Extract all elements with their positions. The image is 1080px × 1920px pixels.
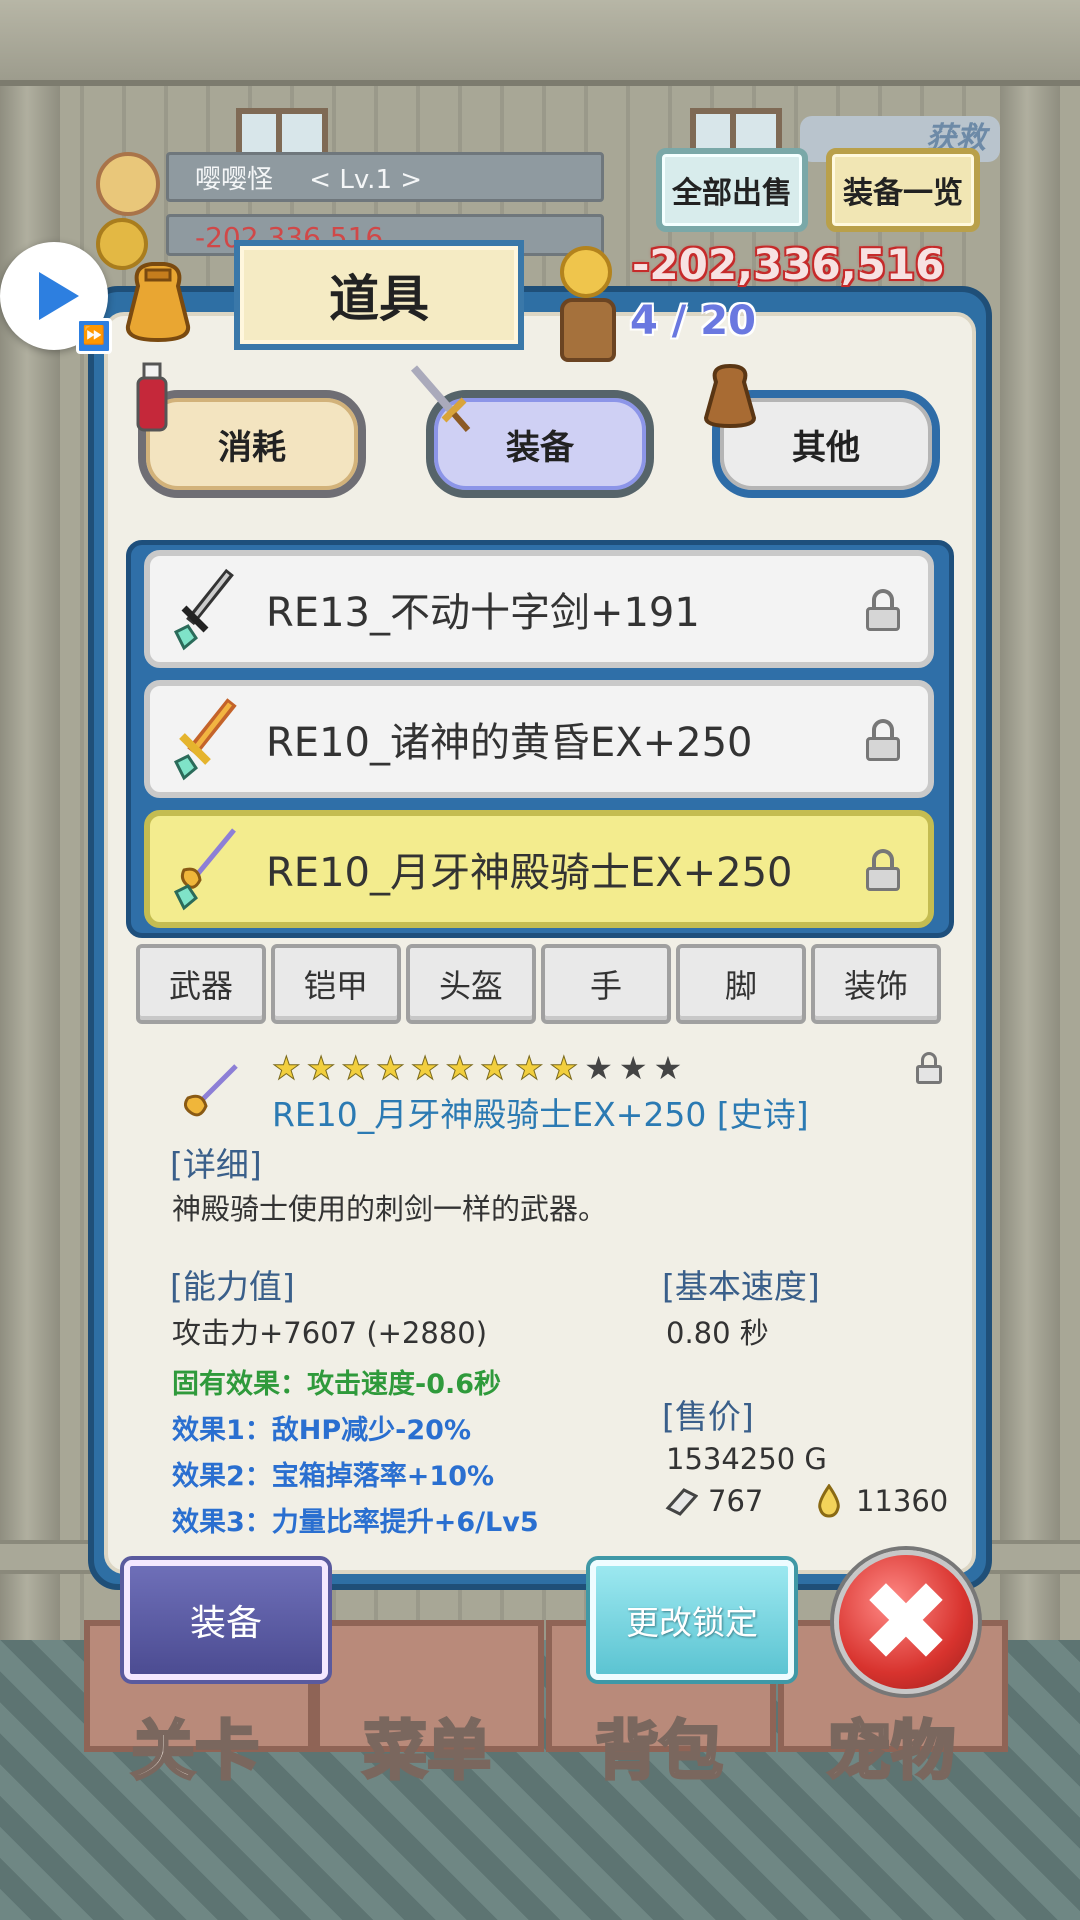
inventory-capacity: 4 / 20 (630, 298, 756, 344)
slot-tab-weapon[interactable]: 武器 (136, 944, 266, 1024)
item-name: RE13_不动十字剑+191 (266, 590, 700, 636)
effect-1: 效果1：敌HP减少-20% (172, 1415, 472, 1446)
section-stats-heading: [能力值] (170, 1267, 295, 1306)
star-filled-icon: ★ (514, 1049, 544, 1087)
backpack-icon (560, 298, 616, 362)
rapier-icon (173, 828, 236, 911)
section-speed-heading: [基本速度] (662, 1267, 820, 1306)
item-name: RE10_诸神的黄昏EX+250 (266, 720, 753, 766)
potion-icon (136, 362, 168, 432)
close-button[interactable]: ✖ (834, 1550, 978, 1694)
ingot-icon (665, 1488, 698, 1516)
star-empty-icon: ★ (618, 1049, 648, 1087)
detail-lock-icon[interactable] (914, 1052, 944, 1084)
drop-value: 11360 (856, 1484, 949, 1518)
sword-icon (410, 365, 471, 432)
section-detail-heading: [详细] (170, 1145, 262, 1184)
slot-tab-accessory[interactable]: 装饰 (811, 944, 941, 1024)
inherent-effect: 固有效果：攻击速度-0.6秒 (172, 1369, 502, 1400)
star-filled-icon: ★ (445, 1049, 475, 1087)
pillar (1000, 0, 1060, 1640)
sell-price: 1534250 G (666, 1442, 827, 1476)
slot-tab-armor[interactable]: 铠甲 (271, 944, 401, 1024)
nav-label-menu[interactable]: 菜单 (312, 1700, 542, 1792)
sell-all-button[interactable]: 全部出售 (656, 148, 808, 232)
golden-sword-icon (173, 698, 237, 781)
star-filled-icon: ★ (376, 1049, 406, 1087)
gold-coin-icon (560, 246, 612, 298)
equip-button[interactable]: 装备 (124, 1560, 328, 1680)
slot-tab-hand[interactable]: 手 (541, 944, 671, 1024)
ingot-value: 767 (708, 1484, 764, 1518)
slot-tab-foot[interactable]: 脚 (676, 944, 806, 1024)
fast-forward-icon[interactable]: ⏩ (76, 318, 112, 354)
cross-sword-icon (173, 568, 234, 651)
player-level: < Lv.1 > (309, 165, 423, 195)
star-empty-icon: ★ (584, 1049, 613, 1087)
star-filled-icon: ★ (272, 1049, 302, 1087)
ceiling-beam (0, 0, 1080, 86)
rapier-icon (183, 1064, 238, 1117)
tab-consumables[interactable]: 消耗 (138, 390, 366, 498)
star-filled-icon: ★ (306, 1049, 336, 1087)
pouch-icon (703, 363, 757, 428)
change-lock-button[interactable]: 更改锁定 (590, 1560, 794, 1680)
attack-stat: 攻击力+7607 (+2880) (172, 1316, 488, 1350)
item-detail-title: RE10_月牙神殿骑士EX+250 [史诗] (272, 1095, 809, 1134)
bag-icon (125, 262, 191, 342)
item-name: RE10_月牙神殿骑士EX+250 (266, 850, 793, 896)
item-row[interactable]: RE13_不动十字剑+191 (144, 550, 934, 668)
play-icon (39, 272, 79, 320)
drop-icon (818, 1484, 840, 1518)
star-filled-icon: ★ (341, 1049, 371, 1087)
nav-label-bag[interactable]: 背包 (544, 1700, 774, 1792)
close-icon: ✖ (859, 1558, 953, 1686)
rarity-stars: ★ ★ ★ ★ ★ ★ ★ ★ ★ ★ ★ ★ (272, 1049, 683, 1087)
gold-amount: -202,336,516 (632, 240, 945, 289)
player-avatar (96, 152, 160, 216)
nav-label-pet[interactable]: 宠物 (776, 1700, 1006, 1792)
base-speed: 0.80 秒 (666, 1316, 769, 1350)
lock-icon (864, 719, 902, 761)
star-filled-icon: ★ (480, 1049, 510, 1087)
star-filled-icon: ★ (410, 1049, 440, 1087)
item-row-selected[interactable]: RE10_月牙神殿骑士EX+250 (144, 810, 934, 928)
lock-icon (864, 589, 902, 631)
player-name-box: 嘤嘤怪 < Lv.1 > (166, 152, 604, 202)
equipment-list-button[interactable]: 装备一览 (826, 148, 980, 232)
effect-2: 效果2：宝箱掉落率+10% (172, 1461, 495, 1492)
nav-label-stage[interactable]: 关卡 (80, 1700, 310, 1792)
player-name: 嘤嘤怪 (195, 165, 274, 195)
section-price-heading: [售价] (662, 1397, 754, 1436)
star-empty-icon: ★ (653, 1049, 683, 1087)
item-description: 神殿骑士使用的刺剑一样的武器。 (172, 1192, 608, 1226)
slot-tab-helmet[interactable]: 头盔 (406, 944, 536, 1024)
item-row[interactable]: RE10_诸神的黄昏EX+250 (144, 680, 934, 798)
effect-3: 效果3：力量比率提升+6/Lv5 (172, 1507, 539, 1538)
star-filled-icon: ★ (549, 1049, 579, 1087)
panel-title: 道具 (234, 240, 524, 350)
lock-icon (864, 849, 902, 891)
